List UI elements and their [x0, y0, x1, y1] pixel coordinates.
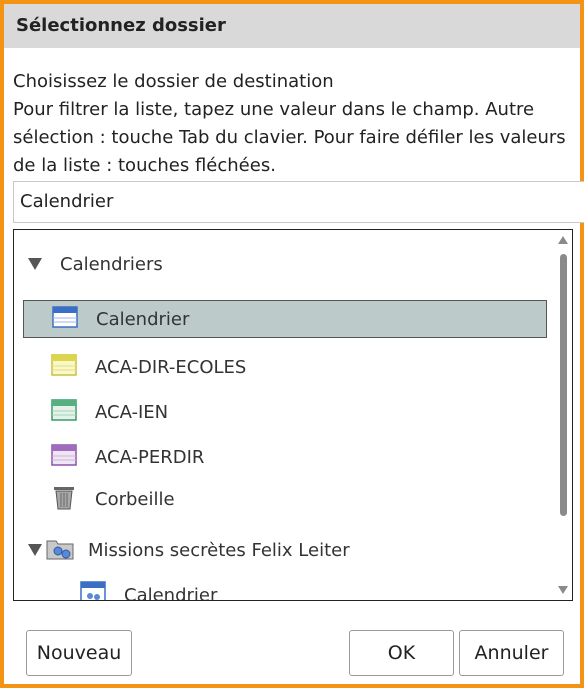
select-folder-dialog: Sélectionnez dossier Choisissez le dossi…: [0, 0, 584, 688]
collapse-arrow-icon[interactable]: [28, 544, 42, 556]
dialog-titlebar: Sélectionnez dossier: [4, 4, 580, 48]
ok-button[interactable]: OK: [349, 630, 454, 676]
folder-tree[interactable]: Calendriers Calendrier ACA-DIR-ECOLES AC…: [13, 229, 573, 601]
tree-scrollbar[interactable]: [556, 230, 572, 600]
calendar-blue-icon: [52, 305, 78, 333]
shared-calendar-icon: [80, 580, 106, 600]
trash-icon: [51, 484, 77, 515]
tree-item-label: Calendrier: [124, 584, 218, 601]
new-button[interactable]: Nouveau: [26, 630, 132, 676]
tree-item-label: ACA-DIR-ECOLES: [95, 356, 247, 378]
instruction-line: Choisissez le dossier de destination: [13, 71, 334, 92]
cancel-button[interactable]: Annuler: [459, 630, 564, 676]
calendar-yellow-icon: [51, 353, 77, 381]
tree-item-label: ACA-IEN: [95, 401, 169, 423]
tree-item-aca-perdir[interactable]: ACA-PERDIR: [51, 442, 204, 472]
tree-item-label: ACA-PERDIR: [95, 446, 205, 468]
tree-item-label: Calendrier: [96, 308, 190, 330]
tree-item-shared-calendrier[interactable]: Calendrier: [80, 580, 218, 601]
scroll-down-arrow-icon[interactable]: [558, 586, 568, 594]
tree-item-label: Corbeille: [95, 488, 175, 510]
dialog-title: Sélectionnez dossier: [16, 15, 226, 36]
scroll-thumb[interactable]: [560, 254, 567, 516]
collapse-arrow-icon[interactable]: [28, 258, 42, 270]
tree-item-calendrier[interactable]: Calendrier: [23, 300, 547, 338]
tree-item-corbeille[interactable]: Corbeille: [51, 484, 175, 514]
tree-group-label: Calendriers: [60, 253, 163, 275]
scroll-up-arrow-icon[interactable]: [558, 236, 568, 244]
instruction-line: sélection : touche Tab du clavier. Pour …: [13, 127, 566, 148]
calendar-purple-icon: [51, 443, 77, 471]
instruction-line: Pour filtrer la liste, tapez une valeur …: [13, 99, 535, 120]
dialog-instructions: Choisissez le dossier de destination Pou…: [13, 68, 583, 180]
tree-group-calendriers[interactable]: Calendriers: [28, 252, 163, 276]
tree-group-missions[interactable]: Missions secrètes Felix Leiter: [28, 535, 350, 565]
shared-folder-icon: [46, 535, 74, 566]
tree-group-label: Missions secrètes Felix Leiter: [88, 539, 350, 561]
instruction-line: de la liste : touches fléchées.: [13, 155, 276, 176]
calendar-green-icon: [51, 398, 77, 426]
tree-item-aca-ien[interactable]: ACA-IEN: [51, 397, 168, 427]
filter-input[interactable]: Calendrier: [13, 181, 584, 223]
tree-item-aca-dir-ecoles[interactable]: ACA-DIR-ECOLES: [51, 352, 246, 382]
